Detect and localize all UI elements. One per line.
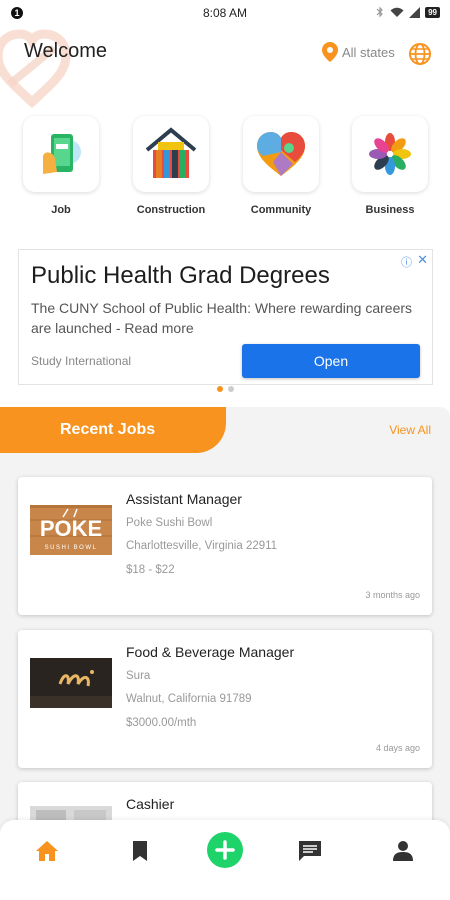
ad-info-icon[interactable]: ⓘ xyxy=(401,254,412,270)
category-tile xyxy=(352,116,428,192)
status-bar: 1 8:08 AM 99 xyxy=(0,0,450,26)
bookmark-icon xyxy=(133,841,147,861)
carousel-dots xyxy=(0,386,450,392)
job-thumbnail xyxy=(30,658,112,708)
nav-saved[interactable] xyxy=(123,834,157,868)
category-label: Construction xyxy=(136,204,206,216)
location-selector[interactable]: All states xyxy=(322,42,395,62)
category-community[interactable]: Community xyxy=(241,116,321,216)
ad-headline[interactable]: Public Health Grad Degrees xyxy=(31,262,330,290)
globe-icon[interactable] xyxy=(408,42,432,66)
job-posted-time: 3 months ago xyxy=(365,590,420,600)
poke-logo-text: POKE xyxy=(40,516,102,541)
job-company: Poke Sushi Bowl xyxy=(126,517,213,529)
nav-home[interactable] xyxy=(30,834,64,868)
job-title: Cashier xyxy=(126,796,175,812)
job-title: Food & Beverage Manager xyxy=(126,644,295,660)
bottom-navigation xyxy=(0,820,450,900)
ad-banner[interactable]: Public Health Grad Degrees ⓘ ✕ The CUNY … xyxy=(18,249,433,385)
carousel-dot[interactable] xyxy=(227,386,234,392)
home-icon xyxy=(36,841,58,861)
category-label: Community xyxy=(250,204,312,216)
job-location: Walnut, California 91789 xyxy=(126,693,252,705)
community-icon xyxy=(257,132,305,176)
job-pay: $3000.00/mth xyxy=(126,717,197,729)
app-logo-watermark xyxy=(0,29,71,109)
recent-jobs-header: Recent Jobs xyxy=(0,407,226,453)
add-icon xyxy=(215,840,235,860)
location-label: All states xyxy=(342,44,395,60)
category-job[interactable]: Job xyxy=(21,116,101,216)
category-label: Business xyxy=(365,204,415,216)
job-icon xyxy=(43,134,81,174)
category-tile xyxy=(23,116,99,192)
signal-icon xyxy=(409,6,421,18)
restaurant-sign-image xyxy=(30,658,112,708)
chat-icon xyxy=(299,841,321,861)
job-location: Charlottesville, Virginia 22911 xyxy=(126,540,278,552)
category-business[interactable]: Business xyxy=(350,116,430,216)
location-pin-icon xyxy=(322,42,338,62)
job-company: Sura xyxy=(126,670,151,682)
bluetooth-icon xyxy=(376,6,383,18)
category-tile xyxy=(243,116,319,192)
job-title: Assistant Manager xyxy=(126,491,242,507)
view-all-link[interactable]: View All xyxy=(389,423,431,437)
profile-icon xyxy=(393,841,413,861)
ad-close-icon[interactable]: ✕ xyxy=(417,252,428,268)
page-title: Welcome xyxy=(24,40,107,62)
poke-logo-subtext: SUSHI BOWL xyxy=(45,545,98,551)
category-grid: Job Construction Community Business xyxy=(0,116,450,226)
job-card[interactable]: Food & Beverage Manager Sura Walnut, Cal… xyxy=(18,630,432,768)
category-construction[interactable]: Construction xyxy=(131,116,211,216)
carousel-dot-active[interactable] xyxy=(216,386,223,392)
job-card[interactable]: POKE SUSHI BOWL Assistant Manager Poke S… xyxy=(18,477,432,615)
nav-messages[interactable] xyxy=(293,834,327,868)
ad-body: The CUNY School of Public Health: Where … xyxy=(31,300,413,336)
poke-logo-image: POKE SUSHI BOWL xyxy=(30,505,112,555)
ad-open-button[interactable]: Open xyxy=(242,344,420,378)
ad-advertiser: Study International xyxy=(31,354,132,368)
status-icons: 99 xyxy=(375,6,440,18)
construction-icon xyxy=(145,127,197,178)
job-posted-time: 4 days ago xyxy=(375,743,420,753)
business-icon xyxy=(369,133,411,175)
nav-profile[interactable] xyxy=(386,834,420,868)
add-post-button[interactable] xyxy=(207,832,243,868)
battery-icon: 99 xyxy=(425,6,440,18)
category-label: Job xyxy=(51,204,71,216)
job-thumbnail: POKE SUSHI BOWL xyxy=(30,505,112,555)
category-tile xyxy=(133,116,209,192)
job-pay: $18 - $22 xyxy=(126,564,175,576)
wifi-icon xyxy=(390,7,404,17)
